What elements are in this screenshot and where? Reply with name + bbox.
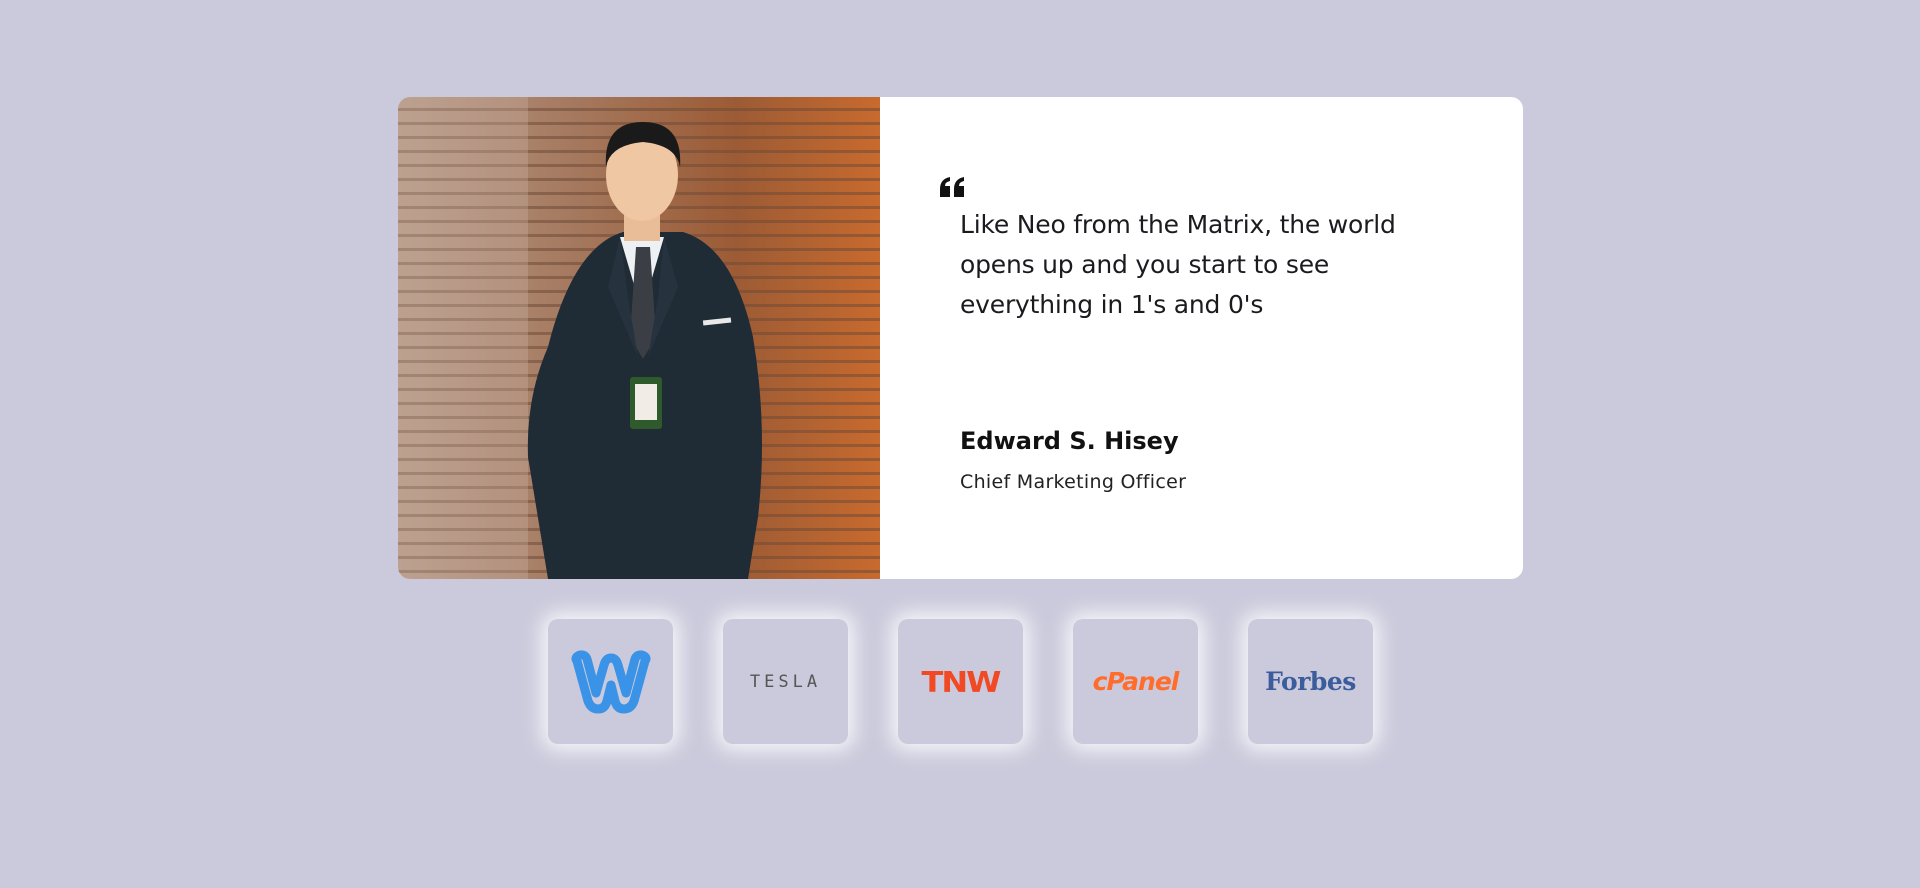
quote-icon: [940, 177, 964, 197]
logo-button-forbes[interactable]: Forbes: [1248, 619, 1373, 744]
logo-button-weebly[interactable]: [548, 619, 673, 744]
logo-button-cpanel[interactable]: cPanel: [1073, 619, 1198, 744]
author-role: Chief Marketing Officer: [960, 471, 1187, 493]
author-photo-image: [398, 97, 880, 579]
testimonial-content: Like Neo from the Matrix, the world open…: [880, 97, 1523, 579]
testimonial-quote: Like Neo from the Matrix, the world open…: [960, 210, 1396, 319]
testimonial-card: Like Neo from the Matrix, the world open…: [398, 97, 1523, 579]
weebly-logo-icon: [571, 649, 650, 713]
forbes-logo-text: Forbes: [1265, 667, 1356, 696]
logo-button-tnw[interactable]: TNW: [898, 619, 1023, 744]
logo-button-tesla[interactable]: TESLA: [723, 619, 848, 744]
author-name: Edward S. Hisey: [960, 427, 1179, 455]
client-logos: TESLA TNW cPanel Forbes: [548, 619, 1373, 744]
testimonial-section: Like Neo from the Matrix, the world open…: [0, 0, 1920, 888]
tnw-logo-text: TNW: [921, 664, 1002, 699]
author-photo: [398, 97, 880, 579]
cpanel-logo-text: cPanel: [1092, 667, 1180, 696]
tesla-logo-text: TESLA: [749, 671, 822, 692]
